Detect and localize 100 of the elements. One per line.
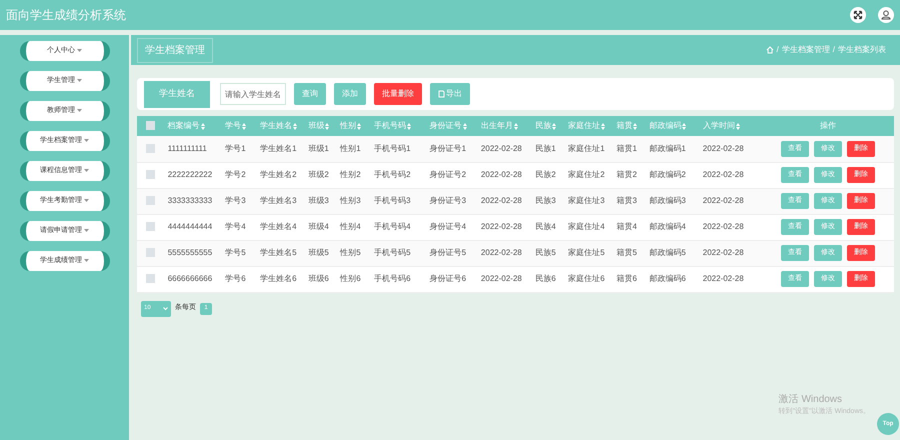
table-cell: 性别5: [336, 240, 370, 266]
table-cell: 身份证号3: [426, 188, 477, 214]
table-cell: 2022-02-28: [698, 162, 762, 188]
table-cell: 2022-02-28: [476, 240, 532, 266]
table-cell: 籍贯5: [612, 240, 646, 266]
column-header[interactable]: 邮政编码: [649, 120, 686, 132]
sort-icon[interactable]: [357, 122, 362, 130]
table-cell: 班级4: [304, 214, 336, 240]
user-icon[interactable]: [878, 7, 894, 23]
table-cell: 身份证号2: [426, 162, 477, 188]
table-cell: 2022-02-28: [476, 214, 532, 240]
table-cell: 2022-02-28: [476, 162, 532, 188]
checkbox[interactable]: [146, 144, 155, 154]
table-cell: 1111111111: [164, 136, 222, 162]
table-cell: 民族1: [531, 136, 564, 162]
caret-icon: [84, 259, 90, 263]
sort-icon[interactable]: [325, 122, 330, 130]
caret-icon: [84, 199, 90, 203]
search-field[interactable]: 请输入学生姓名: [220, 83, 286, 105]
column-header[interactable]: 家庭住址: [568, 120, 606, 132]
sort-icon[interactable]: [462, 122, 467, 130]
table-cell: 2022-02-28: [476, 188, 532, 214]
page-tab[interactable]: 学生档案管理: [137, 38, 213, 62]
table-cell: 4444444444: [164, 214, 222, 240]
table-cell: 2022-02-28: [698, 214, 762, 240]
sort-icon[interactable]: [407, 122, 412, 130]
fullscreen-icon[interactable]: [850, 7, 866, 23]
caret-icon: [84, 169, 90, 173]
column-header[interactable]: 学号: [225, 120, 246, 132]
table-cell: 邮政编码4: [645, 214, 699, 240]
toolbar-button[interactable]: 查询: [294, 83, 326, 105]
table-cell: 学生姓名6: [256, 266, 304, 292]
search-label: 学生姓名: [144, 80, 210, 108]
table-cell: 班级1: [304, 136, 336, 162]
checkbox[interactable]: [146, 248, 155, 258]
toolbar-button[interactable]: 添加: [334, 83, 366, 105]
column-header[interactable]: 性别: [340, 120, 362, 132]
sort-icon[interactable]: [514, 122, 518, 130]
table-cell: 家庭住址6: [564, 266, 612, 292]
table-cell: 手机号码4: [370, 214, 426, 240]
table-cell: 5555555555: [164, 240, 222, 266]
table-cell: 性别3: [336, 188, 370, 214]
sort-icon[interactable]: [601, 122, 606, 130]
table-cell: 身份证号4: [426, 214, 477, 240]
table-cell: 民族2: [531, 162, 564, 188]
breadcrumb-item: 学生档案列表: [838, 44, 886, 56]
table-cell: 籍贯3: [612, 188, 646, 214]
table-cell: 学号5: [221, 240, 256, 266]
column-header[interactable]: 身份证号: [430, 120, 467, 132]
sort-icon[interactable]: [633, 122, 638, 130]
table-cell: 班级3: [304, 188, 336, 214]
table-cell: 性别1: [336, 136, 370, 162]
table-cell: 学号1: [221, 136, 256, 162]
table-cell: 邮政编码3: [645, 188, 699, 214]
table-cell: 2222222222: [164, 162, 222, 188]
column-header[interactable]: 班级: [308, 120, 330, 132]
checkbox[interactable]: [146, 222, 155, 232]
checkbox[interactable]: [146, 170, 155, 180]
table-cell: 籍贯6: [612, 266, 646, 292]
sort-icon[interactable]: [682, 122, 686, 130]
breadcrumb-separator: /: [832, 44, 835, 56]
table-cell: 家庭住址5: [564, 240, 612, 266]
export-button[interactable]: 导出: [430, 83, 470, 105]
table-cell: 家庭住址3: [564, 188, 612, 214]
table-cell: 2022-02-28: [698, 266, 762, 292]
column-header[interactable]: 档案编号: [168, 120, 205, 132]
breadcrumb-item[interactable]: 学生档案管理: [782, 44, 830, 56]
table-cell: 民族6: [531, 266, 564, 292]
activation-title: 激活 Windows: [778, 392, 844, 406]
table-cell: 身份证号5: [426, 240, 477, 266]
sort-icon[interactable]: [293, 122, 298, 130]
table-cell: 性别6: [336, 266, 370, 292]
sort-icon[interactable]: [552, 122, 556, 130]
table-cell: 学号3: [221, 188, 256, 214]
table-cell: 民族5: [531, 240, 564, 266]
column-header[interactable]: 民族: [535, 120, 556, 132]
table-cell: 学生姓名3: [256, 188, 304, 214]
table-cell: 手机号码6: [370, 266, 426, 292]
export-icon: [438, 90, 445, 98]
column-header[interactable]: 手机号码: [374, 120, 412, 132]
checkbox[interactable]: [146, 274, 155, 284]
sort-icon[interactable]: [736, 122, 740, 130]
column-header[interactable]: 学生姓名: [260, 120, 298, 132]
checkbox[interactable]: [146, 196, 155, 206]
table-cell: 班级2: [304, 162, 336, 188]
column-header[interactable]: 出生年月: [480, 120, 518, 132]
table-cell: 班级6: [304, 266, 336, 292]
batch-delete-button[interactable]: 批量删除: [374, 83, 422, 105]
table-cell: 邮政编码5: [645, 240, 699, 266]
column-header[interactable]: 籍贯: [616, 120, 638, 132]
checkbox[interactable]: [146, 121, 155, 130]
caret-icon: [77, 49, 82, 53]
table-cell: 性别4: [336, 214, 370, 240]
column-header: 操作: [820, 120, 836, 132]
table-cell: 家庭住址1: [564, 136, 612, 162]
sort-icon[interactable]: [200, 122, 205, 130]
table-cell: 身份证号1: [426, 136, 477, 162]
home-icon[interactable]: [766, 46, 774, 54]
column-header[interactable]: 入学时间: [702, 120, 740, 132]
sort-icon[interactable]: [242, 122, 246, 130]
